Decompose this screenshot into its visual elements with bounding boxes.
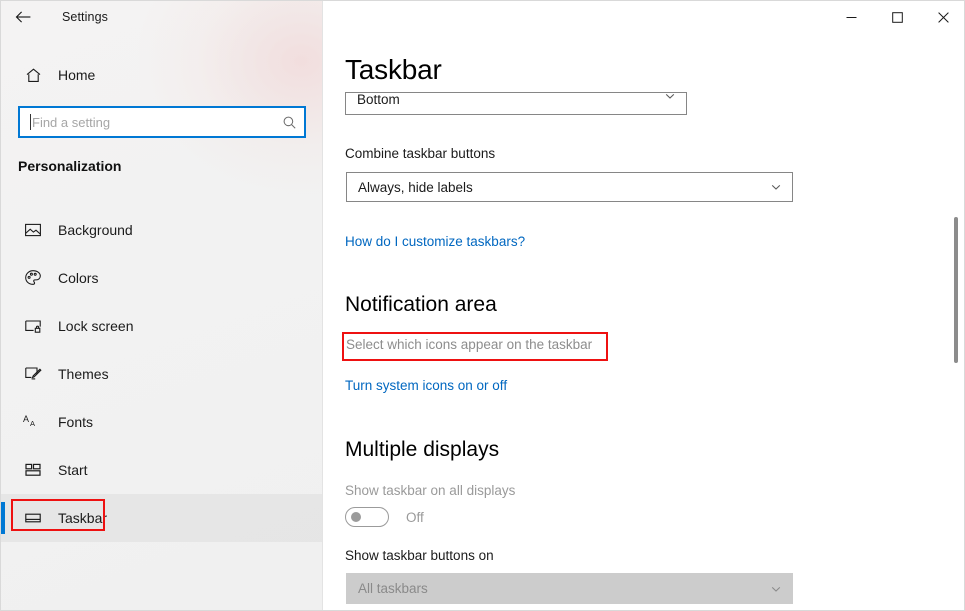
select-icons-link[interactable]: Select which icons appear on the taskbar <box>346 337 592 352</box>
content-scrollbar[interactable] <box>953 33 959 610</box>
app-title: Settings <box>62 10 108 24</box>
close-button[interactable] <box>920 1 964 33</box>
combine-buttons-label: Combine taskbar buttons <box>345 146 496 161</box>
sidebar-item-home[interactable]: Home <box>1 58 322 92</box>
title-bar-left: Settings <box>1 1 323 33</box>
sidebar-item-start-label: Start <box>58 462 88 478</box>
chevron-down-icon <box>770 583 782 595</box>
themes-icon <box>13 365 53 383</box>
title-bar: Settings <box>1 1 964 33</box>
close-icon <box>937 11 949 23</box>
sidebar-item-colors-label: Colors <box>58 270 99 286</box>
start-icon <box>13 461 53 479</box>
maximize-icon <box>891 11 903 23</box>
back-arrow-icon <box>15 10 32 24</box>
sidebar-nav-list: Background Colors Lock screen Themes A A… <box>1 206 322 542</box>
back-button[interactable] <box>1 1 45 33</box>
toggle-knob <box>351 512 361 522</box>
search-icon[interactable] <box>274 115 304 130</box>
picture-icon <box>13 221 53 239</box>
sidebar-item-lock-screen[interactable]: Lock screen <box>1 302 322 350</box>
svg-text:A: A <box>30 419 35 428</box>
maximize-button[interactable] <box>874 1 920 33</box>
multiple-displays-heading: Multiple displays <box>345 438 500 461</box>
notification-area-heading: Notification area <box>345 293 497 316</box>
sidebar-item-lock-screen-label: Lock screen <box>58 318 134 334</box>
sidebar-item-taskbar-label: Taskbar <box>58 510 108 526</box>
sidebar-item-background[interactable]: Background <box>1 206 322 254</box>
taskbar-location-dropdown[interactable]: Bottom <box>345 92 687 115</box>
minimize-button[interactable] <box>828 1 874 33</box>
sidebar-item-themes[interactable]: Themes <box>1 350 322 398</box>
sidebar-item-start[interactable]: Start <box>1 446 322 494</box>
show-taskbar-buttons-value: All taskbars <box>358 581 428 596</box>
sidebar-item-taskbar[interactable]: Taskbar <box>1 494 322 542</box>
palette-icon <box>13 269 53 287</box>
sidebar-item-background-label: Background <box>58 222 133 238</box>
window-controls <box>828 1 964 33</box>
chevron-down-icon <box>770 181 782 193</box>
navigation-sidebar: Home Personalization Ba <box>1 1 323 610</box>
sidebar-category-title: Personalization <box>18 158 122 174</box>
toggle-state-label: Off <box>406 509 424 525</box>
page-title: Taskbar <box>345 54 460 86</box>
scrollbar-thumb[interactable] <box>954 217 958 363</box>
sidebar-item-home-label: Home <box>58 67 96 83</box>
system-icons-link[interactable]: Turn system icons on or off <box>345 378 507 393</box>
settings-window: Home Personalization Ba <box>0 0 965 611</box>
sidebar-item-themes-label: Themes <box>58 366 109 382</box>
show-taskbar-all-displays-toggle[interactable] <box>345 507 389 527</box>
minimize-icon <box>846 12 857 23</box>
search-input[interactable] <box>31 114 274 130</box>
taskbar-icon <box>13 509 53 527</box>
sidebar-item-fonts[interactable]: A A Fonts <box>1 398 322 446</box>
combine-buttons-dropdown[interactable]: Always, hide labels <box>346 172 793 202</box>
show-taskbar-all-displays-toggle-row: Off <box>345 507 424 527</box>
search-box[interactable] <box>18 106 306 138</box>
lock-screen-icon <box>13 317 53 335</box>
home-icon <box>13 67 53 84</box>
taskbar-location-value: Bottom <box>357 92 400 107</box>
sidebar-item-colors[interactable]: Colors <box>1 254 322 302</box>
customize-taskbars-link[interactable]: How do I customize taskbars? <box>345 234 525 249</box>
fonts-icon: A A <box>13 413 53 431</box>
show-taskbar-all-displays-label: Show taskbar on all displays <box>345 483 516 498</box>
show-taskbar-buttons-label: Show taskbar buttons on <box>345 548 494 563</box>
combine-buttons-value: Always, hide labels <box>358 179 473 195</box>
show-taskbar-buttons-dropdown: All taskbars <box>346 573 793 604</box>
sidebar-item-fonts-label: Fonts <box>58 414 94 430</box>
svg-text:A: A <box>23 414 29 424</box>
